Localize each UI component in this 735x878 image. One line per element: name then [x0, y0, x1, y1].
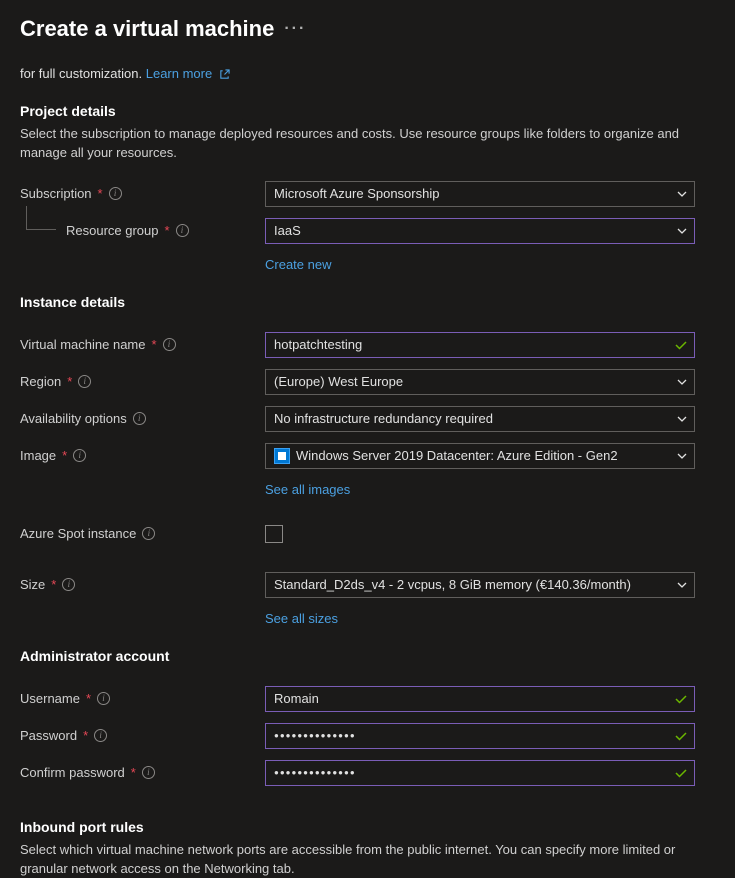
required-indicator: * — [86, 691, 91, 706]
check-icon — [674, 766, 688, 780]
inbound-ports-desc: Select which virtual machine network por… — [20, 841, 715, 878]
required-indicator: * — [62, 448, 67, 463]
username-field[interactable] — [274, 691, 668, 706]
inbound-ports-heading: Inbound port rules — [20, 819, 715, 835]
info-icon[interactable]: i — [78, 375, 91, 388]
project-details-heading: Project details — [20, 103, 715, 119]
info-icon[interactable]: i — [142, 527, 155, 540]
required-indicator: * — [98, 186, 103, 201]
resource-group-select[interactable]: IaaS — [265, 218, 695, 244]
required-indicator: * — [131, 765, 136, 780]
windows-icon — [274, 448, 290, 464]
info-icon[interactable]: i — [176, 224, 189, 237]
info-icon[interactable]: i — [109, 187, 122, 200]
vm-name-input[interactable] — [265, 332, 695, 358]
username-label: Username * i — [20, 691, 265, 706]
required-indicator: * — [165, 223, 170, 238]
see-all-images-link[interactable]: See all images — [265, 482, 350, 497]
instance-details-heading: Instance details — [20, 294, 715, 310]
spot-instance-checkbox[interactable] — [265, 525, 283, 543]
confirm-password-input[interactable]: ●●●●●●●●●●●●●● — [265, 760, 695, 786]
intro-text: for full customization. Learn more — [20, 66, 715, 81]
chevron-down-icon — [676, 225, 688, 237]
more-actions-icon[interactable]: ··· — [284, 20, 306, 38]
availability-select[interactable]: No infrastructure redundancy required — [265, 406, 695, 432]
learn-more-link[interactable]: Learn more — [146, 66, 230, 81]
subscription-label: Subscription * i — [20, 186, 265, 201]
required-indicator: * — [152, 337, 157, 352]
image-label: Image * i — [20, 448, 265, 463]
create-new-rg-link[interactable]: Create new — [265, 257, 331, 272]
check-icon — [674, 338, 688, 352]
required-indicator: * — [51, 577, 56, 592]
confirm-password-label: Confirm password * i — [20, 765, 265, 780]
chevron-down-icon — [676, 579, 688, 591]
chevron-down-icon — [676, 376, 688, 388]
check-icon — [674, 692, 688, 706]
region-label: Region * i — [20, 374, 265, 389]
admin-account-heading: Administrator account — [20, 648, 715, 664]
size-select[interactable]: Standard_D2ds_v4 - 2 vcpus, 8 GiB memory… — [265, 572, 695, 598]
availability-label: Availability options i — [20, 411, 265, 426]
subscription-select[interactable]: Microsoft Azure Sponsorship — [265, 181, 695, 207]
image-select[interactable]: Windows Server 2019 Datacenter: Azure Ed… — [265, 443, 695, 469]
password-label: Password * i — [20, 728, 265, 743]
vm-name-label: Virtual machine name * i — [20, 337, 265, 352]
chevron-down-icon — [676, 413, 688, 425]
see-all-sizes-link[interactable]: See all sizes — [265, 611, 338, 626]
page-title: Create a virtual machine ··· — [20, 16, 715, 42]
info-icon[interactable]: i — [62, 578, 75, 591]
info-icon[interactable]: i — [73, 449, 86, 462]
chevron-down-icon — [676, 188, 688, 200]
info-icon[interactable]: i — [142, 766, 155, 779]
username-input[interactable] — [265, 686, 695, 712]
info-icon[interactable]: i — [94, 729, 107, 742]
info-icon[interactable]: i — [163, 338, 176, 351]
check-icon — [674, 729, 688, 743]
required-indicator: * — [67, 374, 72, 389]
vm-name-field[interactable] — [274, 337, 668, 352]
project-details-desc: Select the subscription to manage deploy… — [20, 125, 715, 163]
external-link-icon — [219, 69, 230, 80]
info-icon[interactable]: i — [133, 412, 146, 425]
region-select[interactable]: (Europe) West Europe — [265, 369, 695, 395]
required-indicator: * — [83, 728, 88, 743]
indent-connector — [26, 206, 56, 230]
info-icon[interactable]: i — [97, 692, 110, 705]
password-input[interactable]: ●●●●●●●●●●●●●● — [265, 723, 695, 749]
chevron-down-icon — [676, 450, 688, 462]
spot-instance-label: Azure Spot instance i — [20, 526, 265, 541]
size-label: Size * i — [20, 577, 265, 592]
page-title-text: Create a virtual machine — [20, 16, 274, 42]
resource-group-label: Resource group * i — [66, 223, 265, 238]
